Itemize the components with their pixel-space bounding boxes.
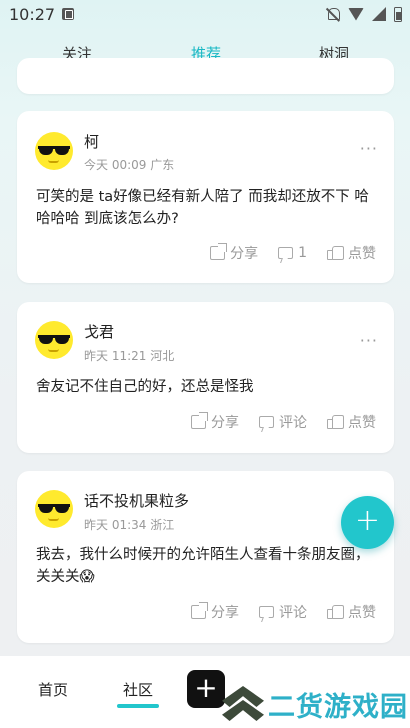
more-options-icon[interactable]: ··· [360, 331, 378, 350]
share-icon [191, 412, 208, 429]
post-card-partial[interactable] [17, 58, 394, 94]
create-post-button[interactable]: + [341, 496, 394, 549]
post-meta: 昨天 01:34 浙江 [84, 516, 174, 533]
post-meta: 昨天 11:21 河北 [84, 347, 174, 364]
post-meta: 今天 00:09 广东 [84, 156, 174, 173]
post-card[interactable]: 话不投机果粒多 昨天 01:34 浙江 我去，我什么时候开的允许陌生人查看十条朋… [17, 471, 394, 643]
like-button[interactable]: 点赞 [327, 243, 376, 263]
like-button[interactable]: 点赞 [327, 602, 376, 622]
wifi-icon [348, 7, 364, 21]
app-notification-icon [62, 8, 74, 20]
comment-icon [259, 416, 274, 428]
nav-home[interactable]: 首页 [38, 679, 68, 700]
share-icon [210, 243, 228, 260]
post-time: 昨天 11:21 [84, 349, 147, 363]
watermark: 二货游戏园 [218, 680, 410, 728]
active-nav-indicator [117, 704, 159, 708]
post-card[interactable]: 柯 今天 00:09 广东 ··· 可笑的是 ta好像已经有新人陪了 而我却还放… [17, 111, 394, 283]
thumbs-up-icon [327, 415, 344, 429]
share-button[interactable]: 分享 [191, 602, 239, 622]
status-bar: 10:27 [0, 0, 410, 30]
like-button[interactable]: 点赞 [327, 412, 376, 432]
battery-icon [394, 6, 402, 22]
post-author[interactable]: 话不投机果粒多 [84, 490, 189, 511]
post-author[interactable]: 戈君 [84, 321, 114, 342]
post-time: 昨天 01:34 [84, 518, 147, 532]
thumbs-up-icon [327, 246, 344, 260]
nav-community[interactable]: 社区 [123, 679, 153, 700]
comment-button[interactable]: 评论 [259, 412, 307, 432]
post-actions: 分享 评论 点赞 [191, 602, 376, 622]
post-location: 广东 [150, 158, 175, 172]
post-content: 舍友记不住自己的好，还总是怪我 [36, 379, 254, 395]
post-author[interactable]: 柯 [84, 131, 99, 152]
comment-icon [278, 247, 294, 259]
comment-icon [259, 606, 274, 618]
bell-off-icon [326, 7, 340, 22]
avatar[interactable] [35, 132, 73, 170]
share-icon [191, 602, 208, 619]
signal-icon [372, 7, 386, 21]
comment-button[interactable]: 1 [278, 245, 307, 261]
avatar[interactable] [35, 321, 73, 359]
post-content: 我去，我什么时候开的允许陌生人查看十条朋友圈，关关关😱 [36, 547, 370, 585]
more-options-icon[interactable]: ··· [360, 139, 378, 158]
status-icons [326, 5, 402, 23]
share-button[interactable]: 分享 [191, 412, 239, 432]
comment-button[interactable]: 评论 [259, 602, 307, 622]
post-location: 河北 [150, 349, 175, 363]
avatar[interactable] [35, 490, 73, 528]
post-content: 可笑的是 ta好像已经有新人陪了 而我却还放不下 哈哈哈哈 到底该怎么办? [36, 189, 369, 227]
watermark-logo-icon [222, 686, 264, 722]
post-actions: 分享 1 点赞 [210, 243, 376, 263]
post-actions: 分享 评论 点赞 [191, 412, 376, 432]
status-time: 10:27 [9, 5, 56, 24]
post-location: 浙江 [150, 518, 175, 532]
watermark-text: 二货游戏园 [268, 692, 408, 723]
post-card[interactable]: 戈君 昨天 11:21 河北 ··· 舍友记不住自己的好，还总是怪我 分享 评论… [17, 302, 394, 453]
post-time: 今天 00:09 [84, 158, 147, 172]
thumbs-up-icon [327, 605, 344, 619]
share-button[interactable]: 分享 [210, 243, 258, 263]
